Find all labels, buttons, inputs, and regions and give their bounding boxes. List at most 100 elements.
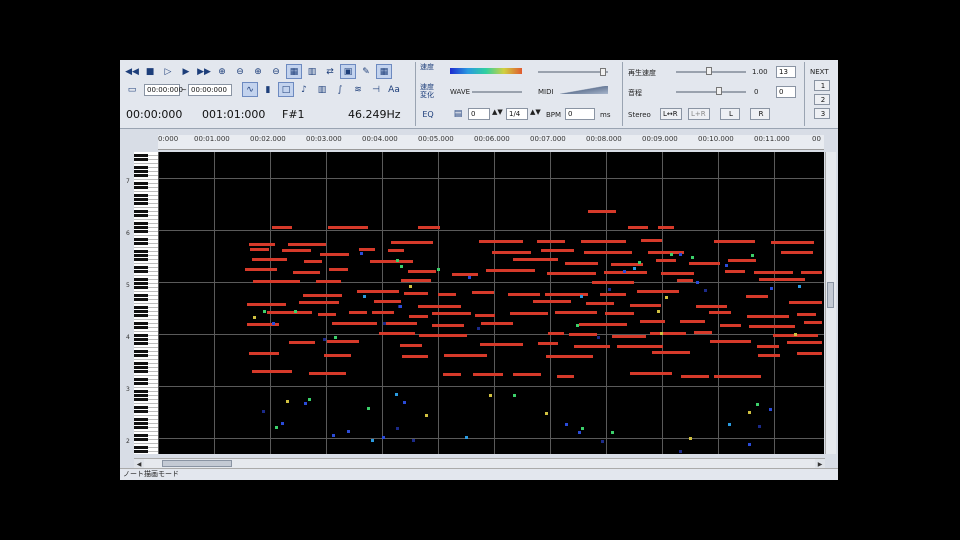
black-key[interactable] [134, 338, 148, 341]
black-key[interactable] [134, 294, 148, 297]
note-block[interactable] [694, 331, 712, 334]
black-key[interactable] [134, 198, 148, 201]
note-block[interactable] [696, 305, 727, 308]
tempo-spin[interactable]: 13 [776, 66, 796, 78]
stop-icon[interactable]: ■ [142, 64, 158, 79]
black-key[interactable] [134, 446, 148, 449]
note-block[interactable] [586, 302, 614, 305]
black-key[interactable] [134, 202, 148, 205]
marker-icon[interactable]: ⊣ [368, 82, 384, 97]
note-block[interactable] [245, 268, 277, 271]
black-key[interactable] [134, 194, 148, 197]
note-block[interactable] [787, 341, 822, 344]
note-block[interactable] [324, 354, 351, 357]
wave-slider[interactable] [472, 91, 522, 93]
black-key[interactable] [134, 350, 148, 353]
note-block[interactable] [320, 253, 349, 256]
note-block[interactable] [547, 272, 596, 275]
range-end-field[interactable]: 00:00:000 [188, 84, 232, 96]
black-key[interactable] [134, 158, 148, 161]
note-block[interactable] [537, 240, 565, 243]
time-ruler[interactable]: 0:000 00:01.000 00:02.000 00:03.000 00:0… [158, 135, 824, 150]
note-block[interactable] [600, 293, 626, 296]
black-key[interactable] [134, 422, 148, 425]
text-icon[interactable]: Aa [386, 82, 402, 97]
black-key[interactable] [134, 382, 148, 385]
note-block[interactable] [710, 340, 751, 343]
black-key[interactable] [134, 394, 148, 397]
note-block[interactable] [272, 226, 292, 229]
black-key[interactable] [134, 378, 148, 381]
note-block[interactable] [725, 270, 745, 273]
note-block[interactable] [492, 251, 531, 254]
black-key[interactable] [134, 326, 148, 329]
note-block[interactable] [801, 271, 822, 274]
note-block[interactable] [630, 304, 661, 307]
midi-volume-ramp[interactable] [560, 86, 608, 94]
note-block[interactable] [630, 372, 672, 375]
note-block[interactable] [641, 239, 662, 242]
note-block[interactable] [617, 345, 663, 348]
note-block[interactable] [759, 278, 805, 281]
note-block[interactable] [771, 241, 814, 244]
note-block[interactable] [658, 226, 674, 229]
note-block[interactable] [714, 375, 761, 378]
note-block[interactable] [650, 332, 686, 335]
note-block[interactable] [746, 295, 768, 298]
next-3-button[interactable]: 3 [814, 108, 830, 119]
note-block[interactable] [579, 323, 627, 326]
note-block[interactable] [656, 259, 676, 262]
black-key[interactable] [134, 406, 148, 409]
note-block[interactable] [475, 314, 495, 317]
note-block[interactable] [677, 279, 693, 282]
note-block[interactable] [253, 280, 300, 283]
note-block[interactable] [299, 301, 339, 304]
note-block[interactable] [481, 322, 513, 325]
speed-toggle-2[interactable]: 速度 [420, 84, 434, 91]
black-key[interactable] [134, 322, 148, 325]
curve-icon[interactable]: ∫ [332, 82, 348, 97]
note-block[interactable] [538, 342, 558, 345]
note-block[interactable] [444, 354, 487, 357]
note-block[interactable] [592, 281, 634, 284]
note-block[interactable] [510, 312, 548, 315]
note-block[interactable] [379, 332, 415, 335]
note-block[interactable] [370, 260, 413, 263]
note-block[interactable] [473, 373, 503, 376]
note-block[interactable] [569, 333, 597, 336]
bpm-field[interactable]: 0 [565, 108, 595, 120]
note-block[interactable] [754, 271, 793, 274]
black-key[interactable] [134, 174, 148, 177]
note-block[interactable] [293, 271, 320, 274]
note-block[interactable] [714, 240, 755, 243]
note-block[interactable] [388, 249, 404, 252]
pen-icon[interactable]: ✎ [358, 64, 374, 79]
note-block[interactable] [720, 324, 741, 327]
black-key[interactable] [134, 450, 148, 453]
black-key[interactable] [134, 398, 148, 401]
note-block[interactable] [328, 226, 368, 229]
black-key[interactable] [134, 342, 148, 345]
piano-roll-grid[interactable] [158, 152, 824, 454]
black-key[interactable] [134, 186, 148, 189]
note-block[interactable] [432, 312, 471, 315]
note-block[interactable] [804, 321, 822, 324]
note-block[interactable] [480, 343, 523, 346]
note-block[interactable] [508, 293, 540, 296]
black-key[interactable] [134, 154, 148, 157]
note-block[interactable] [418, 305, 461, 308]
loop-icon[interactable]: ⇄ [322, 64, 338, 79]
note-block[interactable] [349, 311, 367, 314]
black-key[interactable] [134, 426, 148, 429]
square-icon[interactable]: □ [278, 82, 294, 97]
snap-icon[interactable]: ▦ [376, 64, 392, 79]
note-block[interactable] [267, 311, 312, 314]
note-block[interactable] [402, 355, 428, 358]
note-block[interactable] [327, 340, 359, 343]
note-block[interactable] [661, 272, 694, 275]
note-block[interactable] [332, 322, 377, 325]
note-block[interactable] [359, 248, 375, 251]
zoom-v-in-icon[interactable]: ⊕ [250, 64, 266, 79]
spin-a-arrows[interactable]: ▲▼ [492, 108, 503, 116]
note-block[interactable] [383, 322, 417, 325]
